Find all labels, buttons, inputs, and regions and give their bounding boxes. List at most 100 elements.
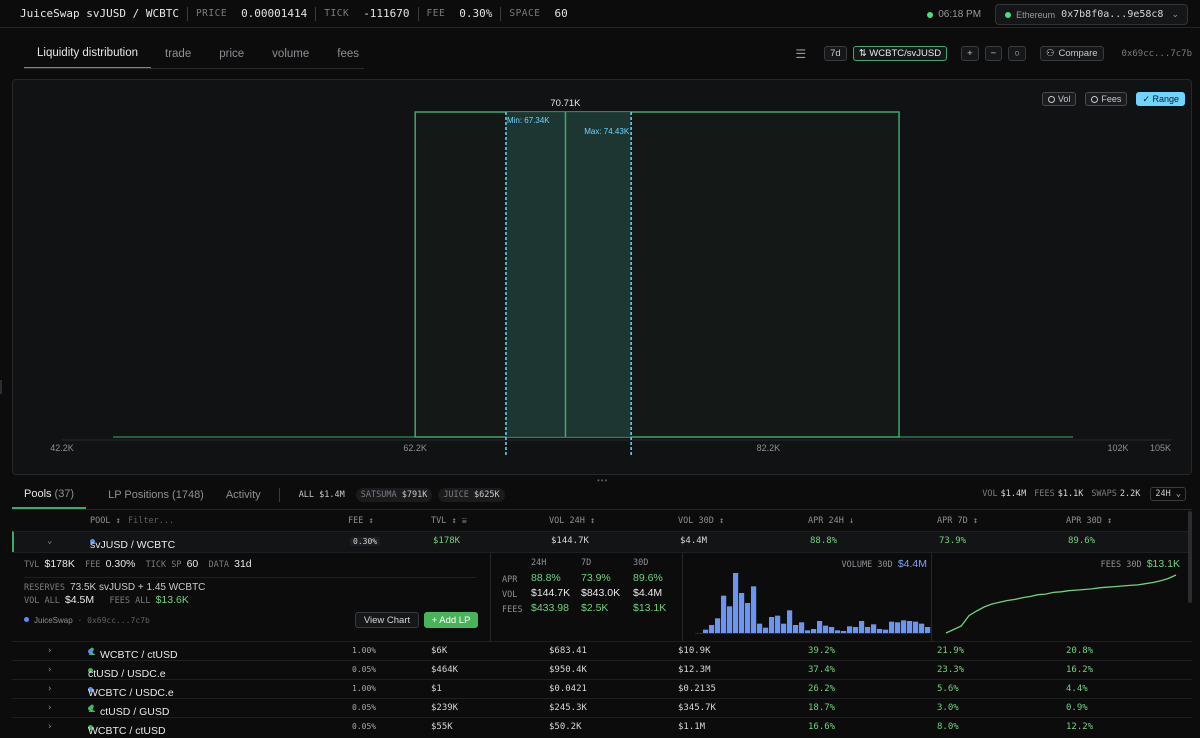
pools-panel: Pools (37) LP Positions (1748) Activity AL… <box>12 481 1192 738</box>
pool-name: ctUSD / GUSD <box>88 702 169 718</box>
direction-toggle-button[interactable]: ⇅ WCBTC/svJUSD <box>852 46 948 61</box>
data-value: 31d <box>234 558 252 570</box>
apr30-cell: 89.6% <box>1068 536 1096 546</box>
chevron-right-icon[interactable]: › <box>47 646 52 656</box>
chip-satsuma[interactable]: SATSUMA $791K <box>355 488 433 502</box>
col-tvl[interactable]: TVL ↕ ⩸ <box>431 516 467 526</box>
tab-trade[interactable]: trade <box>151 39 205 69</box>
liquidity-bar <box>414 111 900 438</box>
volume-bar <box>853 627 859 633</box>
fees-all-label: FEES ALL <box>109 596 151 606</box>
table-row[interactable]: › WCBTC / ctUSD 0.05% $55K $50.2K $1.1M 16.6% 8… <box>12 717 1192 737</box>
fees-7d: $2.5K <box>581 602 609 614</box>
pool-detail-panel: TVL $178K FEE 0.30% TICK SP 60 DATA 31d … <box>12 552 1192 641</box>
compare-button[interactable]: ⚇ Compare <box>1039 46 1104 61</box>
chip-label: SATSUMA <box>360 490 397 500</box>
chevron-down-icon[interactable]: ⌄ <box>47 536 52 546</box>
menu-icon[interactable]: ☰ <box>795 47 806 61</box>
chip-value: $625K <box>474 490 500 500</box>
fees-30d-chart: FEES 30D $13.1K <box>931 553 1184 641</box>
vol-all-label: VOL ALL <box>24 596 60 606</box>
table-row[interactable]: › ctUSD / USDC.e 0.05% $464K $950.4K $12.3M 37… <box>12 660 1192 680</box>
tvl-cell: $178K <box>433 536 461 546</box>
data-label: DATA <box>208 560 229 570</box>
table-row-selected[interactable]: ⌄ svJUSD / WCBTC 0.30% $178K $144.7K $4.… <box>12 531 1192 552</box>
tab-activity[interactable]: Activity <box>226 481 261 509</box>
tab-lp-positions[interactable]: LP Positions (1748) <box>108 481 204 509</box>
table-row[interactable]: › ctUSD / GUSD 0.05% $239K $245.3K $345.7K 18.… <box>12 698 1192 718</box>
vol24-cell: $950.4K <box>549 665 587 675</box>
chip-label: ALL <box>298 490 315 500</box>
tab-volume[interactable]: volume <box>258 39 323 69</box>
volume-bar <box>781 623 787 633</box>
tvl-cell: $1 <box>431 684 442 694</box>
zoom-out-button[interactable]: − <box>984 46 1003 61</box>
table-scrollbar[interactable] <box>1188 511 1192 603</box>
timeframe-select[interactable]: 24H ⌄ <box>1150 487 1186 501</box>
col-pool[interactable]: POOL ↕ <box>90 516 121 526</box>
vol-24h: $144.7K <box>531 587 571 599</box>
chip-all[interactable]: ALL $1.4M <box>294 488 350 502</box>
tab-fees[interactable]: fees <box>323 39 373 69</box>
grid-header-30d: 30D <box>633 558 649 568</box>
fees-toggle[interactable]: Fees <box>1085 92 1128 106</box>
table-row[interactable]: › WCBTC / USDC.e 1.00% $1 $0.0421 $0.2135 26.2… <box>12 679 1192 699</box>
view-chart-button[interactable]: View Chart <box>355 612 419 628</box>
fees-30d-label: FEES 30D $13.1K <box>1101 558 1180 570</box>
col-apr-24h[interactable]: APR 24H ↓ <box>808 516 854 526</box>
chevron-right-icon[interactable]: › <box>47 665 52 675</box>
volume-bar <box>895 622 901 633</box>
vol-toggle[interactable]: Vol <box>1041 92 1077 106</box>
pool-dot <box>88 649 93 654</box>
fees-30d-value: $13.1K <box>1146 558 1180 570</box>
chevron-right-icon[interactable]: › <box>47 722 52 732</box>
price-label: PRICE <box>195 8 228 19</box>
dex-dot <box>24 617 29 622</box>
x-tick-label: 82.2K <box>757 443 781 453</box>
chevron-down-icon: ⌄ <box>1171 9 1179 19</box>
volume-bar <box>775 615 781 633</box>
table-row[interactable]: › WCBTC / ctUSD 1.00% $6K $683.41 $10.9K 39.2%… <box>12 641 1192 661</box>
tab-price[interactable]: price <box>205 39 258 69</box>
radio-icon <box>1047 95 1055 103</box>
chevron-right-icon[interactable]: › <box>47 703 52 713</box>
range-toggle[interactable]: ✓ Range <box>1136 92 1185 106</box>
x-tick-label: 105K <box>1150 443 1171 453</box>
reserves: RESERVES 73.5K svJUSD + 1.45 WCBTC <box>24 577 476 593</box>
pool-address[interactable]: · 0x69cc...7c7b <box>78 616 150 625</box>
col-vol-30d[interactable]: VOL 30D ↕ <box>678 516 724 526</box>
chip-juice[interactable]: JUICE $625K <box>438 488 505 502</box>
col-apr-30d[interactable]: APR 30D ↕ <box>1066 516 1112 526</box>
volume-bar <box>901 620 907 633</box>
vol-30d: $4.4M <box>633 587 663 599</box>
col-vol-24h[interactable]: VOL 24H ↕ <box>549 516 595 526</box>
volume-bar <box>721 595 727 633</box>
chevron-right-icon[interactable]: › <box>47 684 52 694</box>
pool-address[interactable]: 0x69cc...7c7b <box>1122 49 1192 59</box>
pool-dot <box>88 706 93 711</box>
chevron-down-icon: ⌄ <box>1175 489 1181 499</box>
reset-zoom-button[interactable]: ○ <box>1008 46 1026 61</box>
pool-filter-input[interactable]: Filter... <box>128 516 174 526</box>
volume-bar <box>889 621 895 633</box>
volume-bar <box>715 618 721 633</box>
volume-bar <box>883 629 889 633</box>
col-fee[interactable]: FEE ↕ <box>348 516 374 526</box>
apr30-cell: 0.9% <box>1066 703 1088 713</box>
volume-bar <box>745 603 751 633</box>
fee-cell: 0.05% <box>352 665 377 674</box>
apr30-cell: 20.8% <box>1066 646 1094 656</box>
volume-bar <box>823 625 829 633</box>
swaps-label: SWAPS <box>1091 489 1117 499</box>
fee-cell: 0.05% <box>352 722 377 731</box>
fee-cell: 1.00% <box>352 684 377 693</box>
side-handle[interactable] <box>0 380 2 394</box>
swaps-value: 2.2K <box>1119 489 1141 499</box>
tab-pools[interactable]: Pools (37) <box>12 481 87 509</box>
col-apr-7d[interactable]: APR 7D ↕ <box>937 516 978 526</box>
add-lp-button[interactable]: + Add LP <box>424 612 478 628</box>
period-button[interactable]: 7d <box>824 46 847 61</box>
tab-liquidity-distribution[interactable]: Liquidity distribution <box>24 39 152 69</box>
wallet-button[interactable]: Ethereum 0x7b8f0a...9e58c8 ⌄ <box>995 4 1188 25</box>
zoom-in-button[interactable]: + <box>961 46 979 61</box>
